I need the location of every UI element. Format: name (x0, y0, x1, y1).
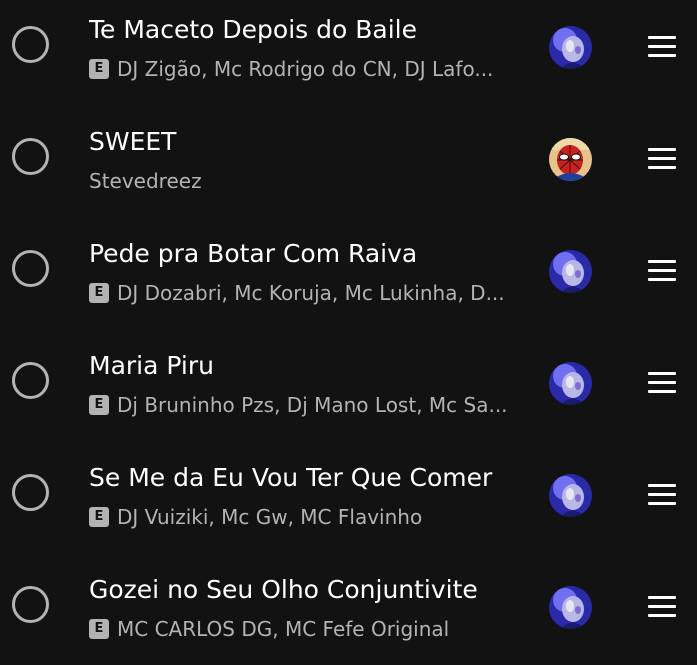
explicit-badge-icon: E (89, 507, 109, 527)
explicit-badge-icon: E (89, 283, 109, 303)
drag-handle-icon[interactable] (648, 596, 676, 618)
blue-portrait-avatar (549, 586, 592, 629)
radio-circle-icon[interactable] (12, 26, 49, 63)
track-artists: Dj Bruninho Pzs, Dj Mano Lost, Mc Sa... (117, 393, 508, 417)
explicit-badge-icon: E (89, 395, 109, 415)
track-row[interactable]: Maria Piru E Dj Bruninho Pzs, Dj Mano Lo… (0, 329, 697, 441)
track-title: Gozei no Seu Olho Conjuntivite (89, 575, 478, 604)
blue-portrait-avatar (549, 26, 592, 69)
track-subtitle: E Dj Bruninho Pzs, Dj Mano Lost, Mc Sa..… (89, 391, 513, 419)
track-row[interactable]: Te Maceto Depois do Baile E DJ Zigão, Mc… (0, 0, 697, 105)
track-artists: DJ Vuiziki, Mc Gw, MC Flavinho (117, 505, 423, 529)
track-artists: Stevedreez (89, 169, 202, 193)
track-title: Te Maceto Depois do Baile (89, 15, 417, 44)
track-title: SWEET (89, 127, 177, 156)
track-row[interactable]: Pede pra Botar Com Raiva E DJ Dozabri, M… (0, 217, 697, 329)
track-subtitle: E DJ Dozabri, Mc Koruja, Mc Lukinha, D..… (89, 279, 513, 307)
track-title: Maria Piru (89, 351, 214, 380)
drag-handle-icon[interactable] (648, 260, 676, 282)
radio-circle-icon[interactable] (12, 250, 49, 287)
track-artists: MC CARLOS DG, MC Fefe Original (117, 617, 450, 641)
track-list: Te Maceto Depois do Baile E DJ Zigão, Mc… (0, 0, 697, 665)
radio-circle-icon[interactable] (12, 138, 49, 175)
track-artists: DJ Dozabri, Mc Koruja, Mc Lukinha, D... (117, 281, 505, 305)
track-subtitle: E MC CARLOS DG, MC Fefe Original (89, 615, 513, 643)
track-title: Pede pra Botar Com Raiva (89, 239, 418, 268)
drag-handle-icon[interactable] (648, 148, 676, 170)
track-row[interactable]: Se Me da Eu Vou Ter Que Comer E DJ Vuizi… (0, 441, 697, 553)
track-subtitle: E DJ Vuiziki, Mc Gw, MC Flavinho (89, 503, 513, 531)
spiderman-avatar (549, 138, 592, 181)
track-artists: DJ Zigão, Mc Rodrigo do CN, DJ Lafo... (117, 57, 494, 81)
track-row[interactable]: SWEET Stevedreez (0, 105, 697, 217)
drag-handle-icon[interactable] (648, 484, 676, 506)
drag-handle-icon[interactable] (648, 36, 676, 58)
explicit-badge-icon: E (89, 619, 109, 639)
track-subtitle: Stevedreez (89, 167, 513, 195)
radio-circle-icon[interactable] (12, 362, 49, 399)
drag-handle-icon[interactable] (648, 372, 676, 394)
track-row[interactable]: Gozei no Seu Olho Conjuntivite E MC CARL… (0, 553, 697, 665)
track-title: Se Me da Eu Vou Ter Que Comer (89, 463, 493, 492)
blue-portrait-avatar (549, 250, 592, 293)
blue-portrait-avatar (549, 362, 592, 405)
explicit-badge-icon: E (89, 59, 109, 79)
blue-portrait-avatar (549, 474, 592, 517)
track-subtitle: E DJ Zigão, Mc Rodrigo do CN, DJ Lafo... (89, 55, 513, 83)
radio-circle-icon[interactable] (12, 586, 49, 623)
radio-circle-icon[interactable] (12, 474, 49, 511)
